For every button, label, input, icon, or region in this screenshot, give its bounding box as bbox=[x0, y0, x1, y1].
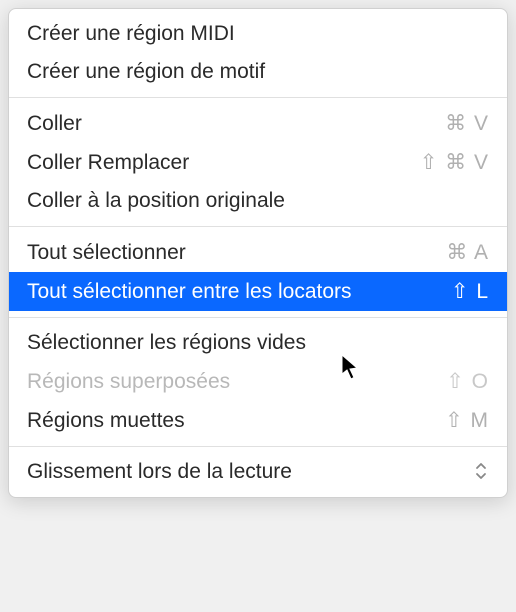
menu-item-label: Régions superposées bbox=[27, 370, 230, 394]
menu-item-select-all[interactable]: Tout sélectionner ⌘ A bbox=[9, 233, 507, 272]
menu-item-paste-original-position[interactable]: Coller à la position originale bbox=[9, 182, 507, 220]
menu-item-shortcut: ⇧ ⌘ V bbox=[420, 150, 489, 175]
chevron-up-down-icon bbox=[473, 462, 489, 483]
menu-item-label: Créer une région de motif bbox=[27, 60, 265, 84]
menu-item-shortcut: ⇧ O bbox=[446, 369, 489, 394]
menu-item-muted-regions[interactable]: Régions muettes ⇧ M bbox=[9, 401, 507, 440]
menu-item-paste-replace[interactable]: Coller Remplacer ⇧ ⌘ V bbox=[9, 143, 507, 182]
menu-separator bbox=[9, 317, 507, 318]
menu-separator bbox=[9, 97, 507, 98]
menu-item-shortcut: ⌘ V bbox=[445, 111, 489, 136]
menu-item-label: Tout sélectionner entre les locators bbox=[27, 280, 352, 304]
menu-item-select-empty-regions[interactable]: Sélectionner les régions vides bbox=[9, 324, 507, 362]
menu-item-label: Coller bbox=[27, 112, 82, 136]
menu-item-label: Régions muettes bbox=[27, 409, 185, 433]
menu-item-paste[interactable]: Coller ⌘ V bbox=[9, 104, 507, 143]
menu-item-label: Tout sélectionner bbox=[27, 241, 186, 265]
menu-item-shortcut: ⇧ L bbox=[451, 279, 489, 304]
context-menu: Créer une région MIDI Créer une région d… bbox=[8, 8, 508, 498]
menu-item-shortcut: ⌘ A bbox=[446, 240, 489, 265]
menu-item-label: Coller Remplacer bbox=[27, 151, 189, 175]
menu-item-create-midi-region[interactable]: Créer une région MIDI bbox=[9, 15, 507, 53]
menu-separator bbox=[9, 226, 507, 227]
menu-item-label: Créer une région MIDI bbox=[27, 22, 235, 46]
menu-item-scroll-in-play[interactable]: Glissement lors de la lecture bbox=[9, 453, 507, 491]
menu-item-overlapped-regions: Régions superposées ⇧ O bbox=[9, 362, 507, 401]
menu-separator bbox=[9, 446, 507, 447]
menu-item-label: Glissement lors de la lecture bbox=[27, 460, 292, 484]
menu-item-label: Coller à la position originale bbox=[27, 189, 285, 213]
menu-item-shortcut: ⇧ M bbox=[445, 408, 489, 433]
menu-item-create-pattern-region[interactable]: Créer une région de motif bbox=[9, 53, 507, 91]
menu-item-label: Sélectionner les régions vides bbox=[27, 331, 306, 355]
menu-item-select-all-between-locators[interactable]: Tout sélectionner entre les locators ⇧ L bbox=[9, 272, 507, 311]
